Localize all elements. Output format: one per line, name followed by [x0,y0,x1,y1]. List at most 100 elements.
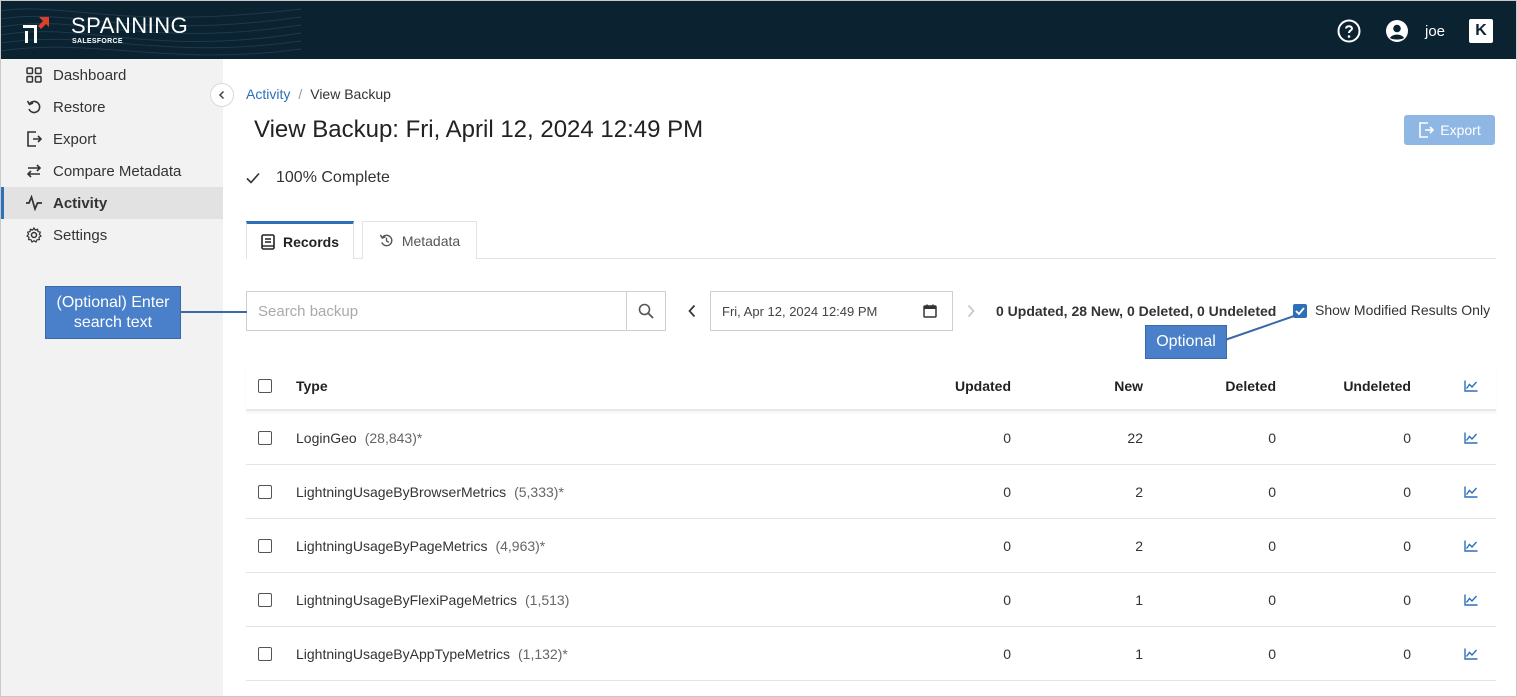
export-icon [25,130,43,148]
export-icon [1418,122,1435,138]
chart-icon[interactable] [1464,432,1478,444]
row-checkbox[interactable] [258,592,272,607]
sidebar-item-label: Dashboard [53,66,127,84]
search-icon [638,303,654,319]
search-field[interactable] [246,291,627,331]
row-chart-cell [1464,519,1478,572]
breadcrumb-activity-link[interactable]: Activity [246,86,290,102]
row-type[interactable]: LightningUsageByBrowserMetrics [296,484,506,500]
chart-icon[interactable] [1464,380,1478,392]
row-chart-cell [1464,627,1478,680]
row-type-cell: LightningUsageByFlexiPageMetrics (1,513) [296,573,569,626]
sidebar-item-label: Compare Metadata [53,162,182,180]
user-avatar-icon[interactable] [1385,19,1409,43]
search-button[interactable] [626,291,666,331]
chart-icon[interactable] [1464,540,1478,552]
row-type-cell: LightningUsageByBrowserMetrics (5,333)* [296,465,564,518]
row-type[interactable]: LightningUsageByFlexiPageMetrics [296,592,517,608]
row-checkbox-cell [258,411,272,464]
row-count: (5,333)* [514,483,564,500]
sidebar-item-label: Activity [53,194,108,212]
row-chart-cell [1464,465,1478,518]
tab-label: Records [282,233,340,250]
row-checkbox[interactable] [258,646,272,661]
callout-search-line1: (Optional) Enter [56,294,170,311]
header-deleted[interactable]: Deleted [1151,363,1276,409]
sidebar-item-restore[interactable]: Restore [1,91,223,123]
callout-connector-search [181,311,247,313]
previous-backup-button[interactable] [684,301,700,321]
row-undeleted: 0 [1403,429,1411,446]
export-button-label: Export [1440,122,1481,138]
row-updated: 0 [1003,483,1011,500]
row-updated: 0 [1003,591,1011,608]
next-backup-button[interactable] [964,301,978,321]
help-icon[interactable] [1337,19,1361,43]
user-name[interactable]: joe [1425,23,1445,40]
chevron-right-icon [967,304,975,318]
row-count: (4,963)* [495,537,546,554]
row-type-cell: LightningUsageByPageMetrics (4,963)* [296,519,545,572]
show-modified-label[interactable]: Show Modified Results Only [1315,302,1490,318]
sidebar-item-activity[interactable]: Activity [1,187,223,219]
row-updated: 0 [1003,429,1011,446]
row-type[interactable]: LightningUsageByAppTypeMetrics [296,646,510,662]
header-chart-cell [1464,363,1478,409]
row-checkbox[interactable] [258,484,272,499]
row-new: 22 [1127,429,1143,446]
spanning-logo-icon[interactable] [19,15,51,47]
table-row[interactable]: LightningUsageByFlexiPageMetrics (1,513) … [246,573,1496,627]
page-title: View Backup: Fri, April 12, 2024 12:49 P… [254,116,704,143]
row-count: (1,132)* [518,645,568,662]
chart-icon[interactable] [1464,486,1478,498]
header-type[interactable]: Type [296,363,328,409]
sidebar-item-settings[interactable]: Settings [1,219,223,251]
callout-optional: Optional [1145,325,1227,359]
header-updated[interactable]: Updated [886,363,1011,409]
chart-icon[interactable] [1464,594,1478,606]
sidebar-item-export[interactable]: Export [1,123,223,155]
sidebar-item-dashboard[interactable]: Dashboard [1,59,223,91]
row-chart-cell [1464,573,1478,626]
tab-records[interactable]: Records [246,221,354,259]
brand-icon[interactable]: K [1469,19,1493,43]
tab-metadata[interactable]: Metadata [362,221,477,259]
table-row[interactable]: LoginGeo (28,843)* 0 22 0 0 [246,411,1496,465]
sidebar-item-label: Settings [53,226,108,244]
history-icon [379,233,394,248]
table-row[interactable]: LightningUsageByPageMetrics (4,963)* 0 2 … [246,519,1496,573]
backup-date-picker[interactable]: Fri, Apr 12, 2024 12:49 PM [710,291,953,331]
calendar-icon[interactable] [923,304,937,318]
sidebar-item-compare-metadata[interactable]: Compare Metadata [1,155,223,187]
row-type[interactable]: LightningUsageByPageMetrics [296,538,487,554]
app-window: SPANNING SALESFORCE joe K Dashboard Rest… [0,0,1517,697]
row-type-cell: LoginGeo (28,843)* [296,411,422,464]
chevron-left-icon [688,304,696,318]
row-deleted: 0 [1268,645,1276,662]
header-undeleted[interactable]: Undeleted [1286,363,1411,409]
check-icon [246,172,262,184]
table-row[interactable]: LightningUsageByAppTypeMetrics (1,132)* 0… [246,627,1496,681]
row-chart-cell [1464,411,1478,464]
table-row[interactable]: LightningUsageByBrowserMetrics (5,333)* 0… [246,465,1496,519]
breadcrumb: Activity / View Backup [246,86,391,102]
row-updated: 0 [1003,645,1011,662]
row-count: (28,843)* [364,429,423,446]
row-type[interactable]: LoginGeo [296,430,357,446]
select-all-checkbox[interactable] [258,379,272,393]
breadcrumb-current: View Backup [310,86,391,102]
row-checkbox[interactable] [258,538,272,553]
row-checkbox[interactable] [258,430,272,445]
callout-connector-optional [1224,314,1298,341]
row-new: 2 [1135,483,1143,500]
row-deleted: 0 [1268,429,1276,446]
sidebar-item-label: Export [53,130,97,148]
header-new[interactable]: New [1018,363,1143,409]
top-bar: SPANNING SALESFORCE joe K [1,1,1516,59]
callout-search-line2: search text [73,314,153,331]
search-input[interactable] [247,292,627,330]
chart-icon[interactable] [1464,648,1478,660]
book-icon [261,233,275,250]
export-button[interactable]: Export [1404,115,1495,145]
collapse-sidebar-button[interactable] [210,83,234,107]
